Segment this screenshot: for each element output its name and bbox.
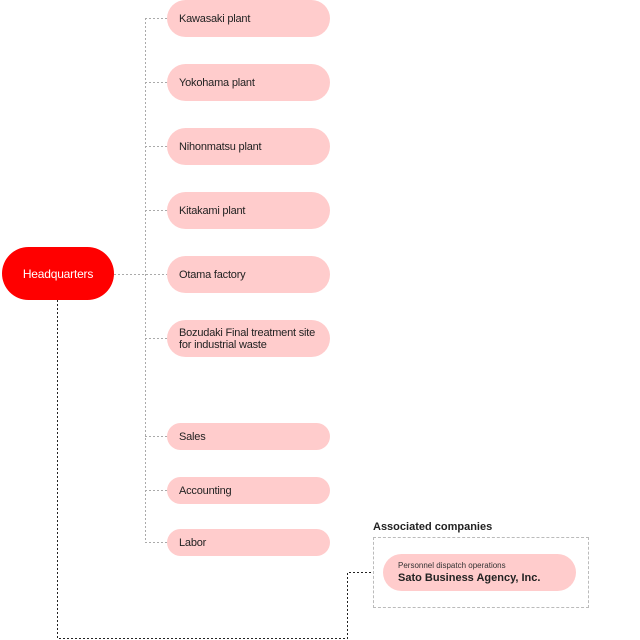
company-description: Personnel dispatch operations	[398, 560, 506, 570]
unit-label: Yokohama plant	[179, 76, 255, 89]
associated-companies-title: Associated companies	[373, 521, 493, 533]
unit-node-labor: Labor	[167, 529, 330, 556]
unit-node-nihonmatsu: Nihonmatsu plant	[167, 128, 330, 165]
unit-label: Nihonmatsu plant	[179, 140, 262, 153]
unit-node-otama: Otama factory	[167, 256, 330, 293]
associated-company-node: Personnel dispatch operations Sato Busin…	[383, 554, 576, 591]
unit-node-kawasaki: Kawasaki plant	[167, 0, 330, 37]
unit-node-yokohama: Yokohama plant	[167, 64, 330, 101]
unit-label: Kawasaki plant	[179, 12, 251, 25]
unit-node-accounting: Accounting	[167, 477, 330, 504]
unit-label: Kitakami plant	[179, 204, 246, 217]
company-name: Sato Business Agency, Inc.	[398, 571, 541, 584]
unit-label: Accounting	[179, 484, 232, 497]
unit-label: Bozudaki Final treatment site for indust…	[179, 326, 316, 351]
unit-node-kitakami: Kitakami plant	[167, 192, 330, 229]
headquarters-node: Headquarters	[2, 247, 114, 300]
unit-node-sales: Sales	[167, 423, 330, 450]
unit-label: Sales	[179, 430, 206, 443]
unit-label: Otama factory	[179, 268, 246, 281]
unit-label: Labor	[179, 536, 207, 549]
unit-node-bozudaki: Bozudaki Final treatment site for indust…	[167, 320, 330, 357]
headquarters-label: Headquarters	[22, 266, 94, 281]
